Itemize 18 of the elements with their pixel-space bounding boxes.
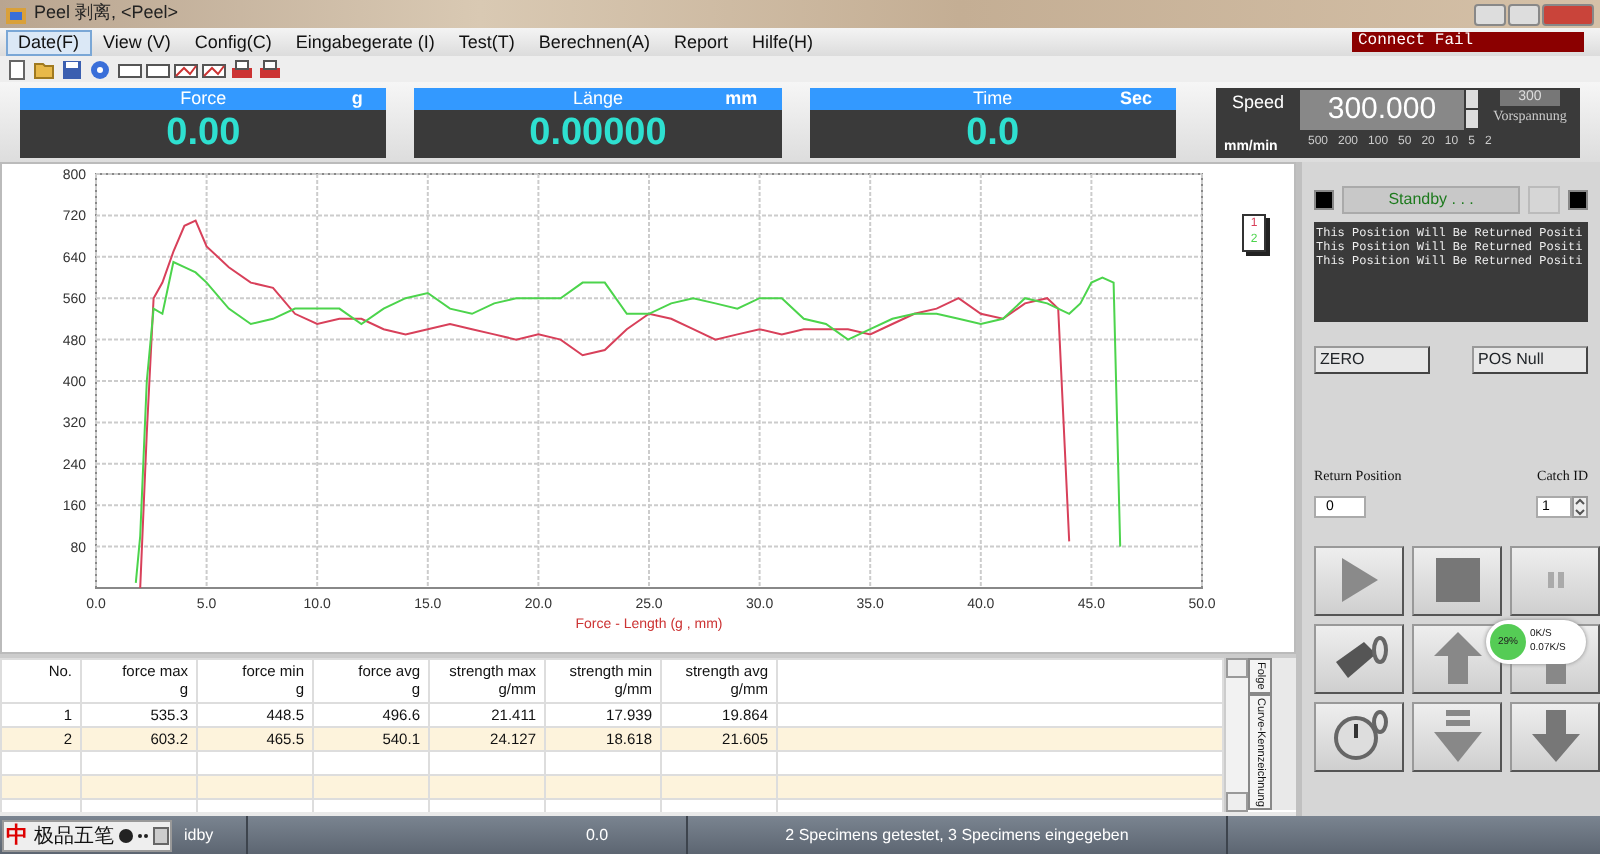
speed-label: Speed [1229, 89, 1287, 116]
readout-label: Time [972, 87, 1013, 109]
readout-value: 0.00 [164, 109, 243, 157]
status-text: 2 Specimens getestet, 3 Specimens eingegeben [688, 816, 1228, 854]
ime-name: 极品五笔 [32, 823, 116, 851]
readout-label: Force [180, 87, 227, 109]
readout-unit: Sec [1119, 87, 1152, 109]
readout-unit: g [351, 87, 363, 109]
window-title: Peel 剥离, <Peel> [34, 0, 179, 27]
speed-value: 300.000 [1299, 89, 1464, 129]
connection-status: Connect Fail [1352, 32, 1584, 52]
status-text: 0.0 [508, 816, 688, 854]
readout-unit: mm [725, 87, 758, 109]
readout-label: Länge [572, 87, 623, 109]
readout-value: 0.0 [964, 109, 1022, 157]
status-display: Standby . . . [1341, 186, 1521, 214]
readout-value: 0.00000 [527, 109, 669, 157]
status-text: idby [172, 816, 248, 854]
